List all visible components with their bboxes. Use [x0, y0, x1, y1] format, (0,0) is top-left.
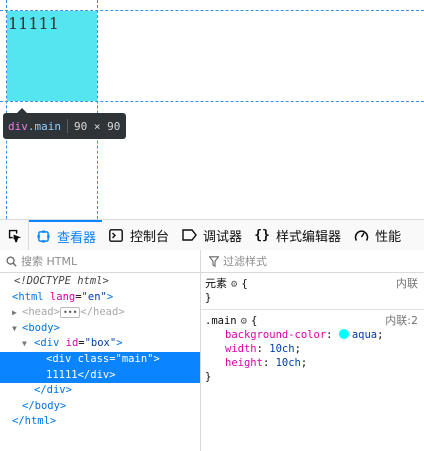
declaration-height[interactable]: height: 10ch;: [205, 356, 420, 370]
declaration-width[interactable]: width: 10ch;: [205, 342, 420, 356]
guide-line-right: [97, 0, 98, 219]
style-filter[interactable]: 过滤样式: [201, 250, 424, 273]
filter-icon: [209, 255, 219, 267]
tree-node-div-main-selected[interactable]: <div class="main">: [0, 351, 200, 368]
rules-panel: 过滤样式 元素 ⚙{ } 内联 .main ⚙{ 内联:2 background-c…: [201, 250, 424, 451]
tab-style-editor-label: 样式编辑器: [276, 229, 342, 245]
tree-node-html[interactable]: <html lang="en">: [0, 290, 200, 306]
rule-element: 元素 ⚙{ } 内联: [205, 277, 418, 304]
tree-node-doctype[interactable]: <!DOCTYPE html>: [0, 274, 200, 290]
devtools-toolbar: 查看器 控制台 调试器 {} 样式编辑器 性能: [0, 219, 424, 251]
element-picker-icon: [8, 229, 21, 242]
tree-node-div-box-close[interactable]: </div>: [0, 383, 200, 399]
rule-source-inline[interactable]: 内联: [396, 277, 418, 291]
element-infobar: div .main 90 × 90: [3, 108, 127, 139]
declaration-background-color[interactable]: background-color: aqua;: [205, 328, 420, 342]
tab-style-editor[interactable]: {} 样式编辑器: [248, 220, 347, 250]
color-swatch-icon[interactable]: [338, 329, 349, 339]
expanded-twisty-icon[interactable]: ▼: [22, 336, 27, 352]
rule-main: .main ⚙{ 内联:2 background-color: aqua; wid…: [201, 309, 424, 388]
guide-line-bottom: [0, 101, 424, 102]
tab-debugger[interactable]: 调试器: [175, 220, 248, 250]
tab-performance[interactable]: 性能: [347, 220, 407, 250]
gear-icon[interactable]: ⚙: [237, 315, 251, 327]
tree-node-body[interactable]: ▼ <body>: [0, 321, 200, 337]
infobar-arrow: [17, 108, 27, 113]
debugger-icon: [181, 229, 197, 241]
tab-debugger-label: 调试器: [203, 229, 243, 245]
performance-icon: [353, 229, 369, 242]
infobar-class: .main: [27, 119, 61, 133]
markup-panel: 搜索 HTML <!DOCTYPE html> <html lang="en">…: [0, 250, 201, 451]
style-editor-icon: {}: [254, 227, 270, 243]
guide-line-left: [6, 0, 7, 219]
tree-node-head[interactable]: ▶ <head> ••• </head>: [0, 305, 200, 321]
expanded-twisty-icon[interactable]: ▼: [12, 321, 17, 337]
rule-selector-element[interactable]: 元素: [205, 277, 227, 290]
guide-line-top: [0, 10, 424, 11]
tab-performance-label: 性能: [375, 229, 402, 245]
collapsed-twisty-icon[interactable]: ▶: [12, 305, 17, 321]
markup-tree: <!DOCTYPE html> <html lang="en"> ▶ <head…: [0, 273, 200, 430]
tab-console[interactable]: 控制台: [102, 220, 175, 250]
gear-icon[interactable]: ⚙: [227, 278, 241, 290]
console-icon: [108, 228, 124, 242]
style-filter-placeholder: 过滤样式: [223, 255, 267, 268]
html-search-placeholder: 搜索 HTML: [21, 255, 78, 268]
rule-selector-main[interactable]: .main: [205, 315, 237, 327]
tab-console-label: 控制台: [130, 229, 170, 245]
rule-source-inline-line[interactable]: 内联:2: [385, 314, 418, 328]
infobar-tag: div: [8, 119, 28, 133]
search-icon: [6, 255, 17, 267]
tree-node-html-close[interactable]: </html>: [0, 414, 200, 430]
tab-inspector[interactable]: 查看器: [29, 220, 103, 250]
tree-node-div-main-text[interactable]: 11111</div>: [0, 367, 200, 384]
html-search[interactable]: 搜索 HTML: [0, 250, 200, 273]
infobar-dimensions: 90 × 90: [74, 119, 121, 133]
collapsed-content-badge[interactable]: •••: [59, 306, 81, 318]
page-viewport: 11111 div .main 90 × 90: [0, 0, 424, 219]
element-picker-button[interactable]: [0, 220, 29, 250]
tab-inspector-label: 查看器: [57, 230, 97, 246]
inspector-icon: [35, 229, 51, 243]
element-text: 11111: [8, 14, 59, 33]
tree-node-div-box[interactable]: ▼ <div id="box">: [0, 336, 200, 352]
tree-node-body-close[interactable]: </body>: [0, 399, 200, 415]
